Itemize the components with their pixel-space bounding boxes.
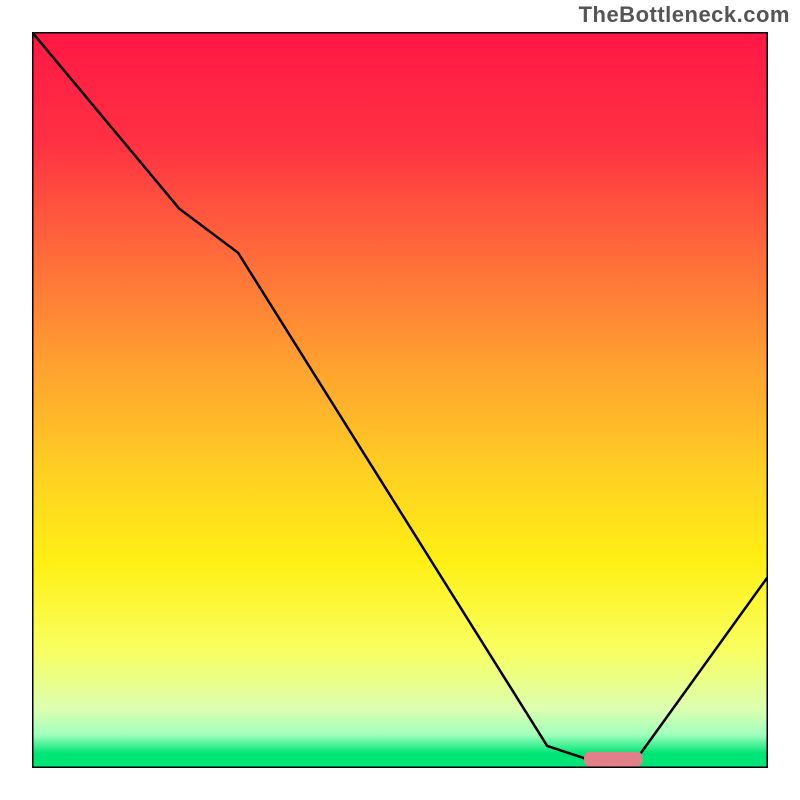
chart-container: TheBottleneck.com xyxy=(0,0,800,800)
watermark-text: TheBottleneck.com xyxy=(579,2,790,28)
chart-svg xyxy=(32,32,768,768)
chart-plot-area xyxy=(32,32,768,768)
chart-background xyxy=(32,32,768,768)
optimal-range-marker xyxy=(584,752,643,767)
